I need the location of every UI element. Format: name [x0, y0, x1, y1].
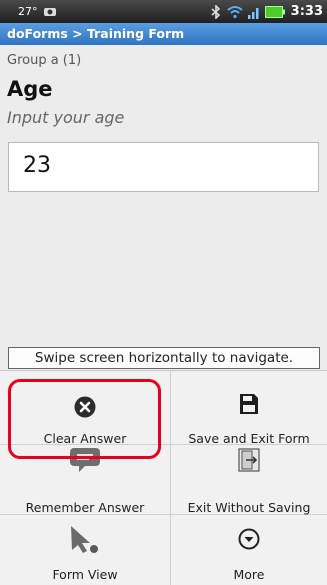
question-title: Age: [7, 77, 53, 101]
status-bar: 27° 3:33: [0, 0, 327, 23]
form-view-icon: [71, 526, 98, 553]
remember-answer-label: Remember Answer: [25, 500, 145, 515]
form-view-menu-item[interactable]: Form View: [0, 515, 170, 585]
age-input[interactable]: 23: [8, 142, 319, 192]
more-label: More: [233, 567, 265, 582]
options-menu: Clear Answer Save and Exit Form Remember…: [0, 370, 327, 585]
exit-without-saving-label: Exit Without Saving: [187, 500, 311, 515]
group-label: Group a (1): [7, 53, 82, 68]
exit-door-icon: [238, 448, 260, 472]
remember-answer-menu-item[interactable]: Remember Answer: [0, 445, 170, 515]
form-view-label: Form View: [52, 567, 118, 582]
battery-icon: [265, 5, 285, 18]
floppy-disk-icon: [240, 394, 258, 414]
question-hint: Input your age: [7, 108, 125, 127]
save-and-exit-label: Save and Exit Form: [188, 431, 310, 446]
exit-without-saving-menu-item[interactable]: Exit Without Saving: [171, 445, 327, 515]
x-circle-icon: [74, 396, 96, 418]
save-and-exit-menu-item[interactable]: Save and Exit Form: [171, 371, 327, 446]
camera-notification-icon: [44, 8, 56, 16]
swipe-hint-toast: Swipe screen horizontally to navigate.: [8, 347, 320, 369]
clock: 3:33: [290, 4, 323, 19]
clear-answer-label: Clear Answer: [43, 431, 127, 446]
clear-answer-menu-item[interactable]: Clear Answer: [0, 371, 170, 446]
wifi-icon: [227, 5, 243, 18]
more-menu-item[interactable]: More: [171, 515, 327, 585]
temperature-readout: 27°: [18, 5, 38, 18]
bluetooth-icon: [211, 4, 221, 19]
speech-bubble-icon: [70, 448, 100, 472]
signal-icon: [248, 7, 259, 19]
app-title-bar: doForms > Training Form: [0, 23, 327, 45]
status-icons: [209, 3, 285, 20]
chevron-down-circle-icon: [238, 528, 260, 550]
